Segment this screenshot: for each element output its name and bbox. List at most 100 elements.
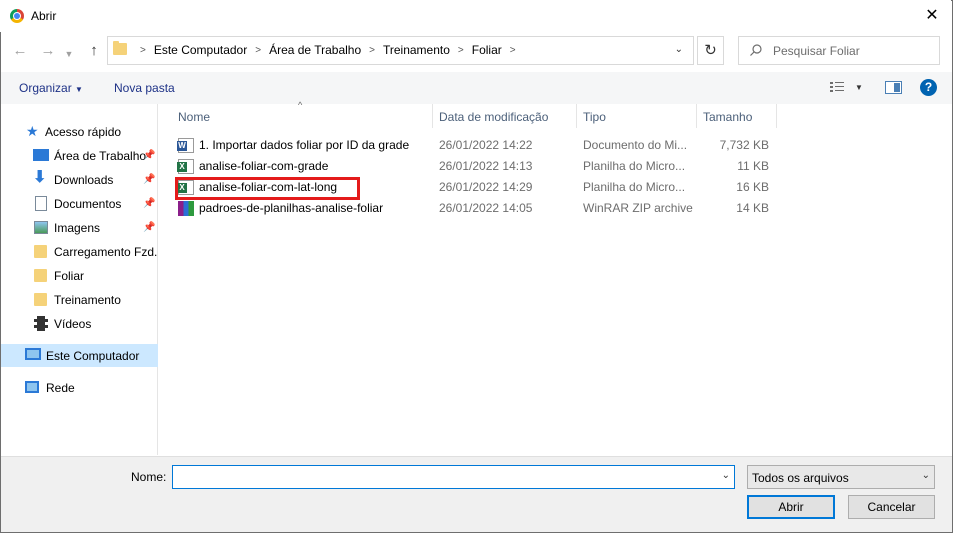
new-folder-button[interactable]: Nova pasta <box>114 81 175 95</box>
chevron-right-icon[interactable]: > <box>369 45 375 56</box>
sidebar-item-rede[interactable]: Rede <box>1 376 158 399</box>
address-dropdown-chevron-icon[interactable]: ⌄ <box>675 44 683 55</box>
highlight-box <box>175 177 360 200</box>
organize-button[interactable]: Organizar ▼ <box>19 81 83 95</box>
column-divider[interactable] <box>776 104 777 128</box>
excel-icon: X <box>177 159 194 174</box>
winrar-icon <box>178 201 194 216</box>
download-arrow-icon: ⬇ <box>33 169 47 186</box>
chevron-right-icon[interactable]: > <box>510 45 516 56</box>
view-options-icon[interactable] <box>829 80 845 94</box>
search-input[interactable] <box>773 43 933 59</box>
search-box[interactable] <box>738 36 940 65</box>
folder-icon <box>34 245 47 258</box>
close-button[interactable]: ✕ <box>916 4 948 28</box>
pin-icon: 📌 <box>143 222 156 233</box>
pin-icon: 📌 <box>143 174 156 185</box>
file-type-select[interactable]: Todos os arquivos ⌄ <box>747 465 935 489</box>
address-bar[interactable]: > Este Computador > Área de Trabalho > T… <box>107 36 694 65</box>
cancel-button[interactable]: Cancelar <box>848 495 935 519</box>
file-name: 1. Importar dados foliar por ID da grade <box>199 138 410 152</box>
folder-icon <box>34 269 47 282</box>
file-date: 26/01/2022 14:22 <box>439 138 533 152</box>
view-dropdown-chevron-icon[interactable]: ▼ <box>855 83 863 92</box>
word-icon: W <box>177 138 194 153</box>
sidebar-item-label: Rede <box>46 380 75 395</box>
sidebar-item-label: Este Computador <box>46 348 140 363</box>
network-icon <box>25 381 39 393</box>
column-divider[interactable] <box>576 104 577 128</box>
file-type: Documento do Mi... <box>583 138 688 152</box>
breadcrumb-treinamento[interactable]: Treinamento <box>383 43 450 57</box>
file-size: 14 KB <box>736 201 769 215</box>
pin-icon: 📌 <box>143 150 156 161</box>
sidebar-item-este-computador[interactable]: Este Computador <box>1 344 158 367</box>
open-button[interactable]: Abrir <box>747 495 835 519</box>
file-type: Planilha do Micro... <box>583 180 686 194</box>
breadcrumb-foliar[interactable]: Foliar <box>472 43 502 57</box>
column-divider[interactable] <box>432 104 433 128</box>
document-icon <box>35 196 47 211</box>
image-icon <box>34 221 48 234</box>
sort-up-icon: ^ <box>298 100 303 110</box>
file-name: padroes-de-planilhas-analise-foliar <box>199 201 384 215</box>
title-bar <box>0 0 951 32</box>
sidebar-item-label: Treinamento <box>54 292 121 307</box>
sidebar-item-documentos[interactable]: Documentos 📌 <box>1 192 158 215</box>
file-name-input[interactable] <box>177 467 717 487</box>
chevron-right-icon[interactable]: > <box>255 45 261 56</box>
chrome-icon <box>10 9 24 23</box>
sidebar-item-videos[interactable]: Vídeos <box>1 312 158 335</box>
column-header-name[interactable]: Nome <box>178 110 210 124</box>
sidebar-item-imagens[interactable]: Imagens 📌 <box>1 216 158 239</box>
column-header-size[interactable]: Tamanho <box>703 110 752 124</box>
up-button[interactable]: ↑ <box>84 41 104 61</box>
column-header-date[interactable]: Data de modificação <box>439 110 548 124</box>
chevron-down-icon: ▼ <box>75 85 83 94</box>
sidebar-item-label: Documentos <box>54 196 122 211</box>
star-icon: ★ <box>26 123 39 139</box>
refresh-button[interactable]: ↻ <box>697 36 724 65</box>
file-type-value: Todos os arquivos <box>752 471 849 485</box>
breadcrumb: > Este Computador > Área de Trabalho > T… <box>132 43 524 57</box>
sidebar-item-downloads[interactable]: ⬇ Downloads 📌 <box>1 168 158 191</box>
column-header-type[interactable]: Tipo <box>583 110 606 124</box>
file-list-header: ^ Nome Data de modificação Tipo Tamanho <box>172 100 953 128</box>
file-size: 7,732 KB <box>719 138 769 152</box>
window-title: Abrir <box>31 9 57 23</box>
file-size: 16 KB <box>736 180 769 194</box>
sidebar-item-acesso-rapido[interactable]: ★ Acesso rápido <box>1 120 158 143</box>
recent-locations-chevron-icon[interactable]: ▼ <box>64 44 74 64</box>
column-divider[interactable] <box>696 104 697 128</box>
back-button[interactable]: ← <box>10 41 30 61</box>
file-row[interactable]: X analise-foliar-com-grade 26/01/2022 14… <box>173 156 783 177</box>
chevron-right-icon[interactable]: > <box>458 45 464 56</box>
breadcrumb-area-de-trabalho[interactable]: Área de Trabalho <box>269 43 361 57</box>
file-name: analise-foliar-com-grade <box>199 159 329 173</box>
file-row[interactable]: padroes-de-planilhas-analise-foliar 26/0… <box>173 198 783 219</box>
sidebar-item-label: Imagens <box>54 220 101 235</box>
file-date: 26/01/2022 14:05 <box>439 201 533 215</box>
file-type: Planilha do Micro... <box>583 159 686 173</box>
sidebar-item-treinamento[interactable]: Treinamento <box>1 288 158 311</box>
help-icon[interactable]: ? <box>920 79 937 96</box>
search-icon <box>750 44 762 56</box>
file-name-field[interactable]: ⌄ <box>172 465 735 489</box>
breadcrumb-este-computador[interactable]: Este Computador <box>154 43 247 57</box>
file-date: 26/01/2022 14:13 <box>439 159 533 173</box>
sidebar-item-label: Downloads <box>54 172 114 187</box>
sidebar-item-label: Acesso rápido <box>45 124 122 139</box>
chevron-down-icon[interactable]: ⌄ <box>722 470 730 481</box>
file-row[interactable]: W 1. Importar dados foliar por ID da gra… <box>173 135 783 156</box>
preview-pane-icon[interactable] <box>885 81 902 94</box>
file-size: 11 KB <box>737 159 769 173</box>
sidebar-item-label: Foliar <box>54 268 85 283</box>
folder-icon <box>34 293 47 306</box>
sidebar-item-carregamento-fzd[interactable]: Carregamento Fzd. <box>1 240 158 263</box>
sidebar-item-foliar[interactable]: Foliar <box>1 264 158 287</box>
file-date: 26/01/2022 14:29 <box>439 180 533 194</box>
folder-icon <box>113 41 127 55</box>
sidebar-item-label: Vídeos <box>54 316 92 331</box>
sidebar-item-area-de-trabalho[interactable]: Área de Trabalho 📌 <box>1 144 158 167</box>
forward-button[interactable]: → <box>38 41 58 61</box>
